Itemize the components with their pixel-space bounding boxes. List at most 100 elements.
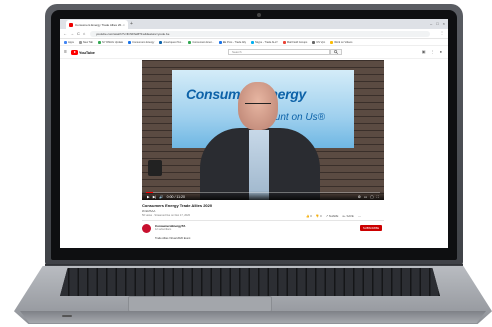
presenter-glasses [245,103,271,109]
bookmark-label: Apps [68,40,74,44]
time-display: 0:00 / 11:20 [166,194,185,199]
bookmark-item[interactable]: NY DMAG Update [97,40,124,44]
reload-button[interactable]: C [77,31,80,36]
window-controls: – □ × [430,20,445,27]
account-avatar-icon[interactable]: ● [440,49,442,54]
webcam-icon [257,13,261,17]
bookmark-favicon-icon [312,40,316,44]
share-button[interactable]: ↗ SHARE [326,214,339,218]
hamburger-menu-icon[interactable]: ≡ [64,49,67,55]
bookmark-item[interactable]: Ameriquest Tec... [159,40,184,44]
bookmark-item[interactable]: US Vpn [312,40,326,44]
progress-fill [146,192,154,193]
search-icon [334,50,339,55]
bookmark-favicon-icon [188,40,192,44]
progress-bar[interactable] [146,192,380,193]
youtube-logo[interactable]: YouTube [70,49,95,55]
keyboard [60,268,440,296]
presenter-shirt [249,130,269,200]
back-button[interactable]: ← [63,31,67,36]
laptop: Consumers Energy Trade Allies 20... × + … [0,0,492,327]
bookmark-item[interactable]: New Tab [78,40,93,44]
channel-avatar[interactable] [142,224,151,233]
screen-bezel: Consumers Energy Trade Allies 20... × + … [51,10,457,260]
address-bar-row: ← → C ⌂ youtube.com/watch?v=lhrNFfaMT1w&… [60,29,448,39]
header-icons: ▣ ⋮ ● [422,49,442,54]
browser-menu-icon[interactable]: ⋮ [440,30,444,35]
bookmark-item[interactable]: Apps [64,40,74,44]
player-controls: ▶ ▶| 🔊 0:00 / 11:20 ⚙ ▭ ▢ ⛶ [142,191,384,200]
bookmark-favicon-icon [159,40,163,44]
video-description: Trade Allies Virtual 2020 Event [155,237,191,240]
tab-title: Consumers Energy Trade Allies 20... [75,22,123,27]
bookmark-favicon-icon [251,40,255,44]
video-player[interactable]: ConsumersEnergy Count on Us® ▶ ▶| 🔊 0:00 [142,60,384,200]
next-icon[interactable]: ▶| [153,195,157,199]
laptop-lid: Consumers Energy Trade Allies 20... × + … [45,4,463,266]
bookmark-favicon-icon [330,40,334,44]
bookmark-label: EE Pros - Trade Ally [222,40,247,44]
video-actions: 👍 0 👎 0 ↗ SHARE ≡+ SAVE ⋯ [306,214,361,218]
bookmark-item[interactable]: Mail Field Groups [282,40,308,44]
bookmarks-bar: Apps New Tab NY DMAG Update Consumers Energ… [60,39,448,46]
youtube-play-logo-icon [70,49,78,55]
bookmark-favicon-icon [128,40,132,44]
youtube-wordmark: YouTube [78,49,95,55]
laptop-front-edge [20,311,486,323]
bookmark-label: US Vpn [316,40,326,44]
minimize-button[interactable]: – [430,20,432,27]
home-button[interactable]: ⌂ [83,31,85,36]
bookmark-label: Mail Field Groups [286,40,308,44]
bookmark-label: NY DMAG Update [101,40,124,44]
miniplayer-icon[interactable]: ▭ [364,195,367,199]
desk-lamp [148,160,162,176]
settings-icon[interactable]: ⚙ [358,195,361,199]
subscribe-button[interactable]: SUBSCRIBE [360,225,382,231]
forward-button[interactable]: → [70,31,74,36]
screen: Consumers Energy Trade Allies 20... × + … [60,19,448,248]
search-input[interactable]: Search [228,49,330,55]
bookmark-item[interactable]: Work on Videos [330,40,353,44]
bookmark-item[interactable]: Consumers Ener... [188,40,214,44]
apps-icon[interactable]: ⋮ [431,49,435,54]
play-icon[interactable]: ▶ [147,195,150,199]
volume-icon[interactable]: 🔊 [159,195,163,199]
dislike-button[interactable]: 👎 0 [316,214,322,218]
browser-tab[interactable]: Consumers Energy Trade Allies 20... × [66,20,128,29]
maximize-button[interactable]: □ [436,20,438,27]
bookmark-favicon-icon [97,40,101,44]
new-tab-button[interactable]: + [130,20,133,28]
bookmark-item[interactable]: Consumers Energy [128,40,154,44]
video-title: Consumers Energy Trade Allies 2020 [142,203,213,208]
bookmark-label: New Tab [82,40,93,44]
tab-close-icon[interactable]: × [123,23,125,27]
player-right-controls: ⚙ ▭ ▢ ⛶ [358,195,379,199]
create-video-icon[interactable]: ▣ [422,49,426,54]
youtube-header: ≡ YouTube Search ▣ ⋮ ● [60,46,448,59]
close-window-button[interactable]: × [443,20,445,27]
video-hashtag[interactable]: #CEMSAA [142,209,155,213]
browser-tab-bar: Consumers Energy Trade Allies 20... × + … [60,19,448,29]
touchpad [128,296,272,312]
bookmark-favicon-icon [282,40,286,44]
bookmark-label: Ameriquest Tec... [163,40,184,44]
more-actions-icon[interactable]: ⋯ [358,214,361,218]
save-button[interactable]: ≡+ SAVE [342,214,353,218]
fullscreen-icon[interactable]: ⛶ [377,195,379,199]
bookmark-item[interactable]: Skype - Trade ALLY [251,40,278,44]
youtube-favicon-icon [69,22,73,27]
player-left-controls: ▶ ▶| 🔊 0:00 / 11:20 [147,195,185,199]
like-button[interactable]: 👍 0 [306,214,312,218]
url-input[interactable]: youtube.com/watch?v=lhrNFfaMT1w&feature=… [90,30,430,37]
channel-subscribers: 12 subscribers [155,228,172,231]
bookmark-favicon-icon [64,40,67,44]
bookmark-label: Work on Videos [334,40,353,44]
bookmark-favicon-icon [78,40,82,44]
theater-mode-icon[interactable]: ▢ [370,195,373,199]
video-views: 50 views · Streamed live on Dec 17, 2020 [142,214,191,217]
bookmark-item[interactable]: EE Pros - Trade Ally [218,40,247,44]
divider [142,220,384,221]
bookmark-label: Consumers Ener... [192,40,214,44]
bookmark-label: Skype - Trade ALLY [255,40,278,44]
search-button[interactable] [330,49,342,55]
